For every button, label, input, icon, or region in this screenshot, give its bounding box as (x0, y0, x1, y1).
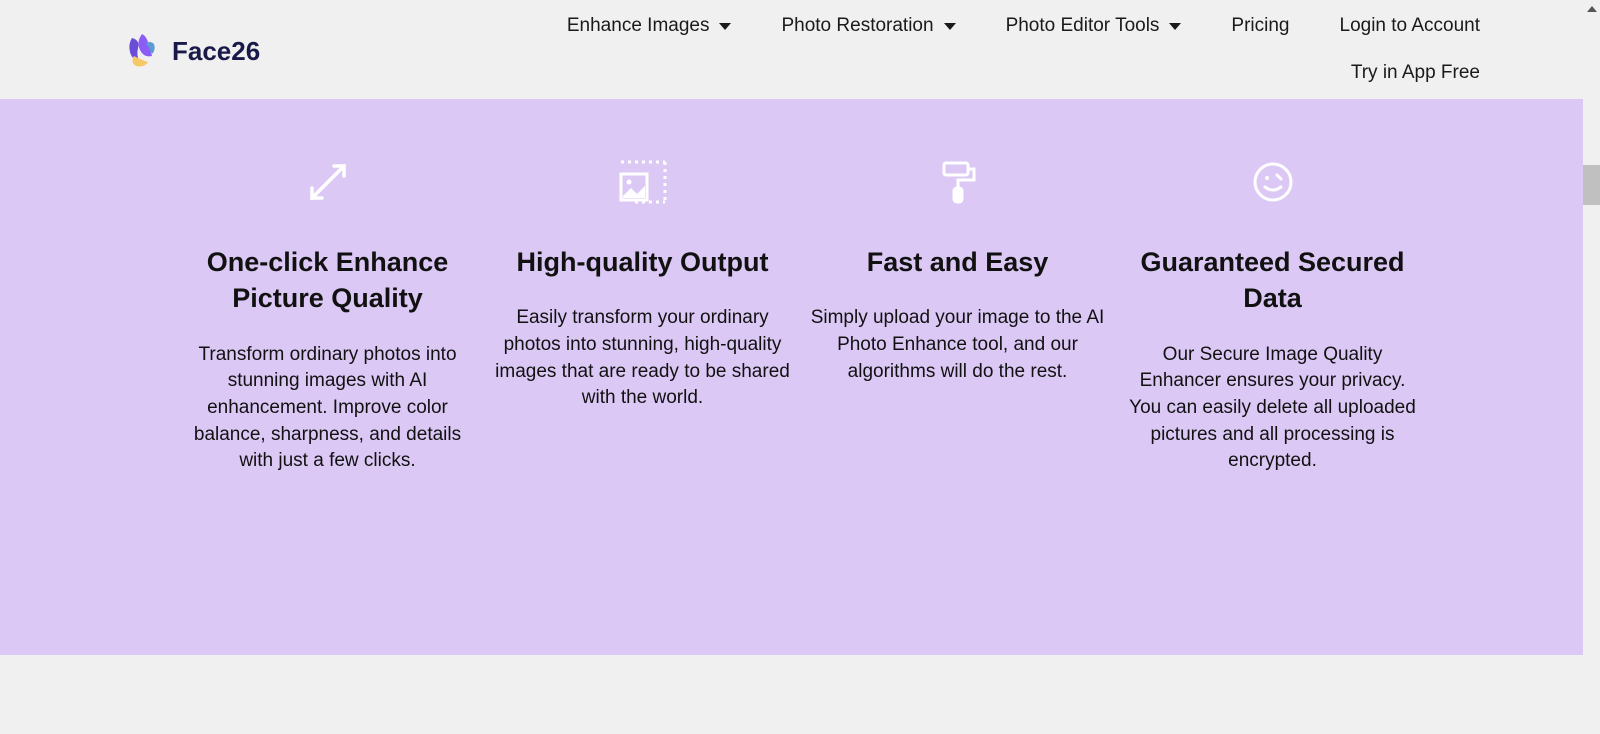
nav-row-1: Enhance Images Photo Restoration Photo E… (567, 15, 1480, 37)
image-select-icon (619, 159, 667, 204)
nav-photo-editor-tools[interactable]: Photo Editor Tools (1006, 15, 1182, 37)
nav-pricing[interactable]: Pricing (1231, 15, 1289, 37)
feature-desc: Simply upload your image to the AI Photo… (810, 305, 1105, 385)
feature-secure: Guaranteed Secured Data Our Secure Image… (1125, 159, 1420, 475)
nav-login[interactable]: Login to Account (1340, 15, 1481, 37)
nav-enhance-images[interactable]: Enhance Images (567, 15, 732, 37)
expand-icon (308, 159, 348, 204)
feature-title: One-click Enhance Picture Quality (180, 244, 475, 317)
nav-try-free[interactable]: Try in App Free (1351, 62, 1480, 84)
nav-label: Enhance Images (567, 15, 710, 37)
features-grid: One-click Enhance Picture Quality Transf… (180, 159, 1420, 475)
logo-text: Face26 (172, 36, 260, 67)
chevron-down-icon (719, 23, 731, 30)
logo-icon (120, 30, 162, 72)
feature-title: Fast and Easy (867, 244, 1049, 280)
feature-title: Guaranteed Secured Data (1125, 244, 1420, 317)
nav-photo-restoration[interactable]: Photo Restoration (781, 15, 955, 37)
feature-fast: Fast and Easy Simply upload your image t… (810, 159, 1105, 475)
feature-output: High-quality Output Easily transform you… (495, 159, 790, 475)
nav-label: Login to Account (1340, 15, 1481, 37)
feature-desc: Our Secure Image Quality Enhancer ensure… (1125, 342, 1420, 475)
feature-desc: Transform ordinary photos into stunning … (180, 342, 475, 475)
nav-label: Photo Editor Tools (1006, 15, 1160, 37)
features-section: One-click Enhance Picture Quality Transf… (0, 99, 1600, 655)
logo[interactable]: Face26 (120, 30, 260, 72)
smile-icon (1252, 159, 1294, 204)
nav-label: Try in App Free (1351, 62, 1480, 84)
scrollbar[interactable] (1583, 0, 1600, 734)
nav: Enhance Images Photo Restoration Photo E… (567, 15, 1480, 84)
chevron-down-icon (1169, 23, 1181, 30)
scroll-thumb[interactable] (1583, 165, 1600, 205)
scroll-up-arrow[interactable] (1583, 0, 1600, 17)
nav-label: Pricing (1231, 15, 1289, 37)
header: Face26 Enhance Images Photo Restoration … (0, 0, 1600, 99)
nav-row-2: Try in App Free (1351, 62, 1480, 84)
paint-roller-icon (938, 159, 978, 204)
nav-label: Photo Restoration (781, 15, 933, 37)
chevron-down-icon (944, 23, 956, 30)
feature-title: High-quality Output (517, 244, 769, 280)
feature-enhance: One-click Enhance Picture Quality Transf… (180, 159, 475, 475)
feature-desc: Easily transform your ordinary photos in… (495, 305, 790, 411)
